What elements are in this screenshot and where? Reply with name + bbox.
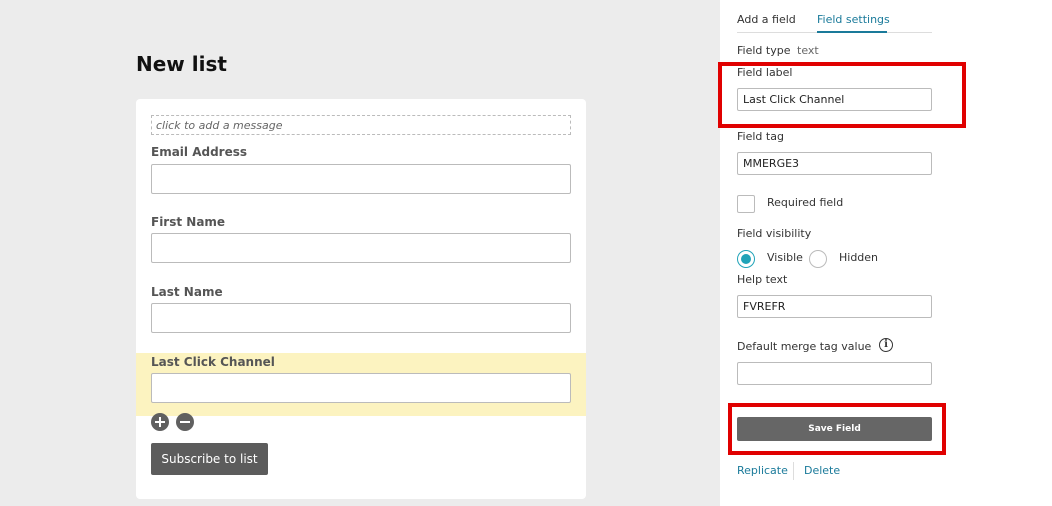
field-label-last-name: Last Name — [151, 285, 223, 299]
active-tab-underline — [817, 31, 887, 33]
required-field-label: Required field — [767, 196, 844, 209]
help-text-label: Help text — [737, 273, 788, 286]
last-click-channel-input[interactable] — [151, 373, 571, 403]
visibility-hidden-radio[interactable] — [809, 250, 827, 268]
field-label-email: Email Address — [151, 145, 248, 159]
visibility-visible-radio[interactable] — [737, 250, 755, 268]
field-label-last-click-channel: Last Click Channel — [151, 355, 275, 369]
subscribe-button[interactable]: Subscribe to list — [151, 443, 268, 475]
add-message-area[interactable]: click to add a message — [151, 115, 571, 135]
default-merge-tag-label: Default merge tag value — [737, 340, 872, 353]
link-divider — [793, 462, 794, 480]
help-text-input[interactable]: FVREFR — [737, 295, 932, 318]
remove-field-icon[interactable] — [176, 413, 194, 431]
replicate-link[interactable]: Replicate — [737, 464, 788, 477]
first-name-input[interactable] — [151, 233, 571, 263]
add-field-icon[interactable] — [151, 413, 169, 431]
annotation-highlight-field-label — [718, 62, 966, 128]
field-label-first-name: First Name — [151, 215, 226, 229]
field-type-label: Field type — [737, 44, 791, 57]
required-field-checkbox[interactable] — [737, 195, 755, 213]
page-title: New list — [136, 52, 227, 76]
email-input[interactable] — [151, 164, 571, 194]
visibility-visible-label: Visible — [767, 251, 803, 264]
last-name-input[interactable] — [151, 303, 571, 333]
field-tag-input[interactable]: MMERGE3 — [737, 152, 932, 175]
visibility-hidden-label: Hidden — [839, 251, 879, 264]
field-tag-label: Field tag — [737, 130, 784, 143]
annotation-highlight-save-button — [728, 403, 946, 455]
delete-link[interactable]: Delete — [804, 464, 840, 477]
field-visibility-label: Field visibility — [737, 227, 812, 240]
info-icon[interactable]: i — [879, 338, 893, 352]
default-merge-tag-input[interactable] — [737, 362, 932, 385]
tab-add-field[interactable]: Add a field — [737, 13, 796, 26]
tab-field-settings[interactable]: Field settings — [817, 13, 890, 26]
form-preview-card: click to add a message Email Address Fir… — [136, 99, 586, 499]
field-type-value: text — [797, 44, 819, 57]
